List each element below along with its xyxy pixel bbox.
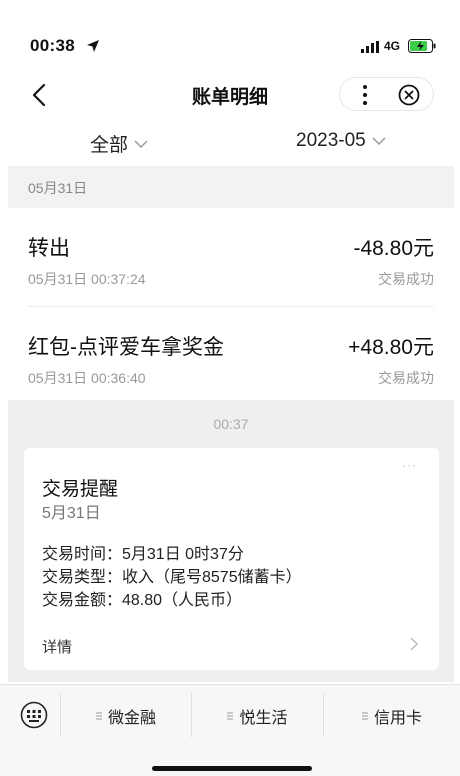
status-bar: 00:38 4G	[0, 0, 460, 70]
transaction-time: 05月31日 00:37:24	[28, 271, 146, 287]
card-line-time: 交易时间：5月31日 0时37分	[42, 546, 244, 563]
signal-icon	[361, 41, 379, 53]
card-line-type: 交易类型：收入（尾号8575储蓄卡）	[42, 569, 302, 586]
menu-weijinrong[interactable]: 微金融	[61, 705, 191, 727]
card-more-icon[interactable]: ···	[402, 458, 417, 472]
status-time: 00:38	[30, 36, 75, 55]
menu-lines-icon	[361, 712, 368, 720]
close-circle-icon[interactable]	[398, 84, 420, 106]
transaction-name: 红包-点评爱车拿奖金	[28, 336, 224, 359]
transaction-status: 交易成功	[378, 271, 434, 287]
transaction-status: 交易成功	[378, 370, 434, 386]
menu-yueshenghuo[interactable]: 悦生活	[192, 705, 323, 727]
menu-label: 微金融	[107, 710, 156, 727]
keyboard-icon[interactable]	[20, 701, 48, 729]
bottom-menu-bar: 微金融 悦生活 信用卡	[0, 684, 460, 776]
card-line-amount: 交易金额：48.80（人民币）	[42, 592, 243, 609]
transaction-amount: -48.80元	[353, 237, 434, 260]
transaction-time: 05月31日 00:36:40	[28, 370, 146, 386]
chevron-down-icon	[134, 139, 148, 148]
category-filter-label: 全部	[90, 135, 129, 156]
card-title: 交易提醒	[42, 479, 119, 500]
menu-lines-icon	[227, 712, 234, 720]
mini-program-capsule	[339, 77, 434, 111]
more-dots-icon[interactable]	[358, 82, 372, 108]
month-filter-label: 2023-05	[296, 130, 366, 151]
card-detail-link[interactable]: 详情	[42, 636, 72, 657]
message-area: 00:37 ··· 交易提醒 5月31日 交易时间：5月31日 0时37分 交易…	[8, 400, 454, 682]
menu-xinyongka[interactable]: 信用卡	[324, 705, 460, 727]
menu-label: 悦生活	[239, 710, 288, 727]
menu-lines-icon	[95, 712, 102, 720]
chevron-right-icon	[410, 637, 419, 651]
nav-bar: 账单明细	[0, 70, 460, 120]
menu-label: 信用卡	[373, 710, 422, 727]
home-indicator[interactable]	[152, 766, 312, 771]
filter-bar: 全部 2023-05	[0, 120, 460, 166]
battery-charging-icon	[408, 39, 436, 53]
date-section-header: 05月31日	[8, 166, 454, 208]
row-divider	[28, 306, 434, 307]
month-filter[interactable]: 2023-05	[296, 130, 386, 152]
message-timestamp: 00:37	[213, 416, 249, 432]
transaction-amount: +48.80元	[348, 336, 434, 359]
network-type: 4G	[384, 39, 401, 53]
category-filter[interactable]: 全部	[90, 130, 148, 157]
transaction-name: 转出	[28, 237, 70, 260]
transaction-alert-card[interactable]: ··· 交易提醒 5月31日 交易时间：5月31日 0时37分 交易类型：收入（…	[24, 448, 439, 670]
location-arrow-icon	[87, 40, 99, 52]
chevron-down-icon	[372, 137, 386, 146]
card-date: 5月31日	[42, 505, 101, 522]
